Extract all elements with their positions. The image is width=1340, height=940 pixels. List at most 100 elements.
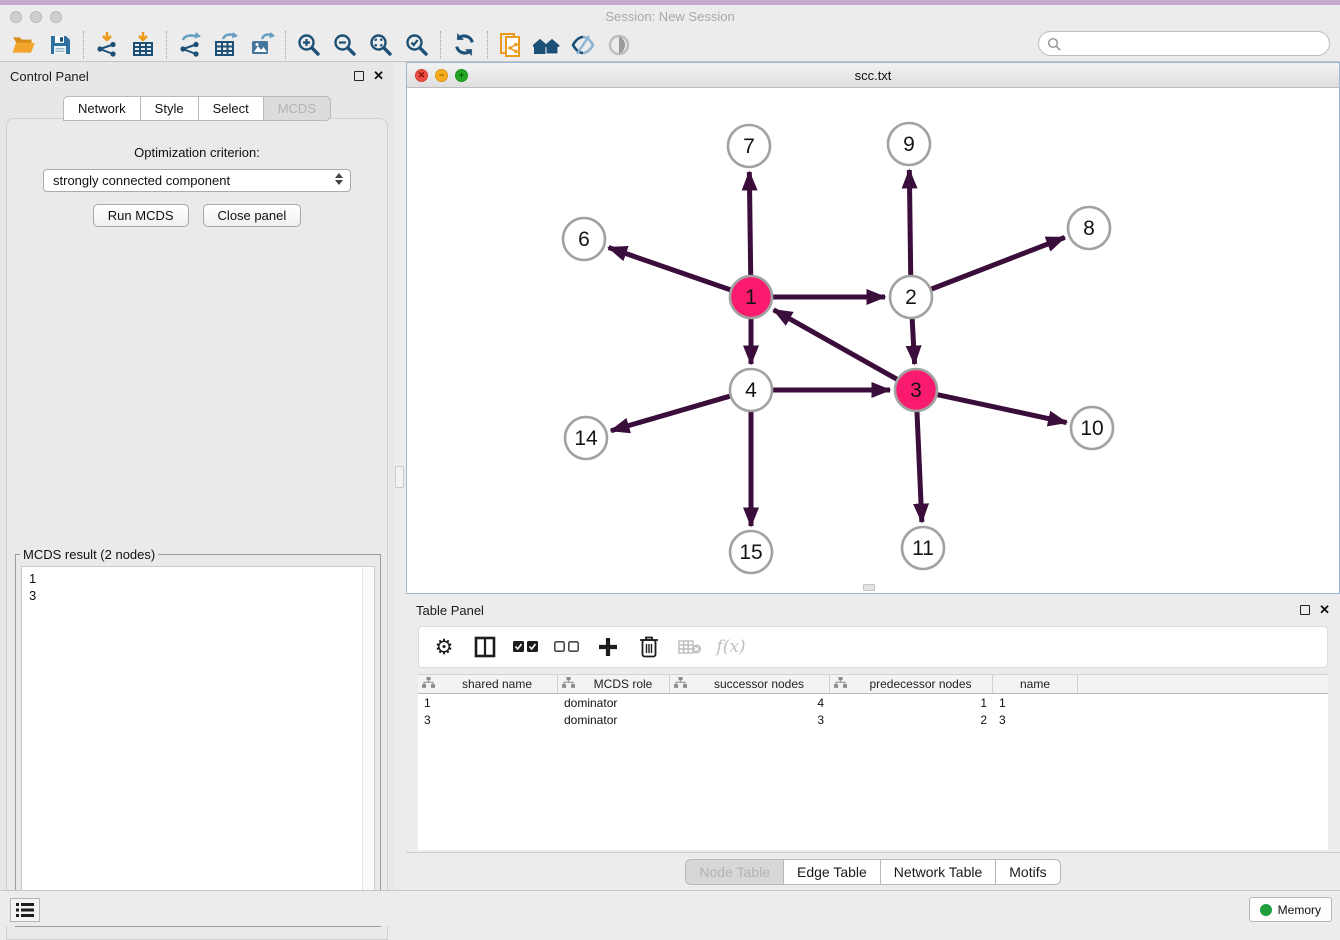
edge-2-8[interactable]	[929, 237, 1065, 290]
cell-name[interactable]: 3	[993, 713, 1078, 727]
cell-shared-name[interactable]: 1	[418, 696, 558, 710]
edge-1-6[interactable]	[609, 248, 733, 291]
close-panel-icon[interactable]: ✕	[373, 71, 384, 81]
search-field[interactable]	[1038, 31, 1330, 56]
tab-node-table[interactable]: Node Table	[685, 859, 783, 885]
node-label-9: 9	[903, 133, 915, 156]
edge-2-3[interactable]	[912, 316, 915, 364]
tab-motifs[interactable]: Motifs	[995, 859, 1060, 885]
cell-MCDS-role[interactable]: dominator	[558, 713, 670, 727]
cell-name[interactable]: 1	[993, 696, 1078, 710]
search-input[interactable]	[1066, 34, 1329, 54]
close-panel-button[interactable]: Close panel	[203, 204, 302, 227]
hide-selected-icon[interactable]	[565, 29, 601, 61]
unselect-all-columns-icon[interactable]	[554, 634, 580, 660]
cell-shared-name[interactable]: 3	[418, 713, 558, 727]
node-label-6: 6	[578, 228, 590, 251]
open-file-icon[interactable]	[6, 29, 42, 61]
import-network-icon[interactable]	[89, 29, 125, 61]
function-builder-icon[interactable]: f(x)	[718, 634, 744, 660]
mcds-result-fieldset: MCDS result (2 nodes) 1 3	[15, 547, 381, 927]
column-header-successor-nodes[interactable]: successor nodes	[670, 675, 830, 693]
column-header-MCDS-role[interactable]: MCDS role	[558, 675, 670, 693]
node-label-3: 3	[910, 379, 922, 402]
status-bar: Memory	[0, 890, 1340, 926]
criterion-select[interactable]: strongly connected component	[43, 169, 351, 192]
show-graphics-icon[interactable]	[601, 29, 637, 61]
network-graph[interactable]: 1234678910111415	[407, 88, 1339, 593]
edge-3-11[interactable]	[917, 409, 922, 522]
splitter-handle[interactable]	[395, 466, 404, 488]
column-header-shared-name[interactable]: shared name	[418, 675, 558, 693]
show-column-icon[interactable]	[472, 634, 498, 660]
select-all-columns-icon[interactable]	[513, 634, 539, 660]
import-table-icon[interactable]	[125, 29, 161, 61]
refresh-icon[interactable]	[446, 29, 482, 61]
column-label: shared name	[462, 677, 532, 691]
float-panel-icon[interactable]	[354, 71, 364, 81]
export-network-icon[interactable]	[172, 29, 208, 61]
float-table-panel-icon[interactable]	[1300, 605, 1310, 615]
column-tree-icon	[422, 677, 435, 691]
table-toolbar: ⚙ f(x)	[418, 626, 1328, 668]
table-body: 1dominator4113dominator323	[418, 694, 1328, 728]
zoom-out-icon[interactable]	[327, 29, 363, 61]
run-mcds-button[interactable]: Run MCDS	[93, 204, 189, 227]
table-panel-title: Table Panel	[416, 603, 484, 618]
mcds-result-area[interactable]: 1 3	[21, 566, 375, 920]
column-header-name[interactable]: name	[993, 675, 1078, 693]
clone-network-icon[interactable]	[493, 29, 529, 61]
toolbar-separator	[440, 31, 441, 59]
cell-successor-nodes[interactable]: 4	[670, 696, 830, 710]
settings-gear-icon[interactable]: ⚙	[431, 634, 457, 660]
export-image-icon[interactable]	[244, 29, 280, 61]
node-label-14: 14	[574, 427, 598, 450]
cell-predecessor-nodes[interactable]: 2	[830, 713, 993, 727]
zoom-fit-icon[interactable]	[363, 29, 399, 61]
export-table-icon[interactable]	[208, 29, 244, 61]
memory-label: Memory	[1278, 903, 1321, 917]
edge-4-14[interactable]	[611, 395, 733, 430]
save-session-icon[interactable]	[42, 29, 78, 61]
node-table[interactable]: shared name MCDS rolesuccessor nodes prede…	[418, 674, 1328, 850]
tab-network[interactable]: Network	[63, 96, 140, 121]
edge-2-9[interactable]	[909, 170, 910, 278]
edge-1-7[interactable]	[749, 172, 750, 278]
table-header-row: shared name MCDS rolesuccessor nodes prede…	[418, 675, 1328, 694]
criterion-value: strongly connected component	[53, 173, 230, 188]
column-tree-icon	[834, 677, 847, 691]
cell-successor-nodes[interactable]: 3	[670, 713, 830, 727]
tab-network-table[interactable]: Network Table	[880, 859, 995, 885]
zoom-in-icon[interactable]	[291, 29, 327, 61]
memory-status-icon	[1260, 904, 1272, 916]
network-window-titlebar[interactable]: ✕ − + scc.txt	[407, 63, 1339, 88]
delete-table-icon[interactable]	[677, 634, 703, 660]
toolbar-separator	[83, 31, 84, 59]
result-scrollbar[interactable]	[362, 568, 373, 918]
table-row[interactable]: 1dominator411	[418, 694, 1328, 711]
node-label-11: 11	[912, 537, 934, 560]
edge-3-1[interactable]	[774, 310, 900, 381]
close-table-panel-icon[interactable]: ✕	[1319, 605, 1330, 615]
network-window-title: scc.txt	[407, 68, 1339, 83]
column-label: predecessor nodes	[869, 677, 971, 691]
tab-select[interactable]: Select	[198, 96, 263, 121]
delete-column-icon[interactable]	[636, 634, 662, 660]
zoom-selected-icon[interactable]	[399, 29, 435, 61]
cell-predecessor-nodes[interactable]: 1	[830, 696, 993, 710]
control-panel-title: Control Panel	[10, 69, 89, 84]
first-neighbors-icon[interactable]	[529, 29, 565, 61]
tab-style[interactable]: Style	[140, 96, 198, 121]
task-history-button[interactable]	[10, 898, 40, 922]
optimization-criterion-label: Optimization criterion:	[7, 145, 387, 160]
table-row[interactable]: 3dominator323	[418, 711, 1328, 728]
cell-MCDS-role[interactable]: dominator	[558, 696, 670, 710]
network-hscroll-handle[interactable]	[863, 584, 875, 591]
add-column-icon[interactable]	[595, 634, 621, 660]
tab-edge-table[interactable]: Edge Table	[783, 859, 880, 885]
memory-button[interactable]: Memory	[1249, 897, 1332, 922]
tab-mcds[interactable]: MCDS	[263, 96, 331, 121]
edge-3-10[interactable]	[935, 394, 1067, 423]
mcds-result-legend: MCDS result (2 nodes)	[20, 547, 158, 562]
column-header-predecessor-nodes[interactable]: predecessor nodes	[830, 675, 993, 693]
